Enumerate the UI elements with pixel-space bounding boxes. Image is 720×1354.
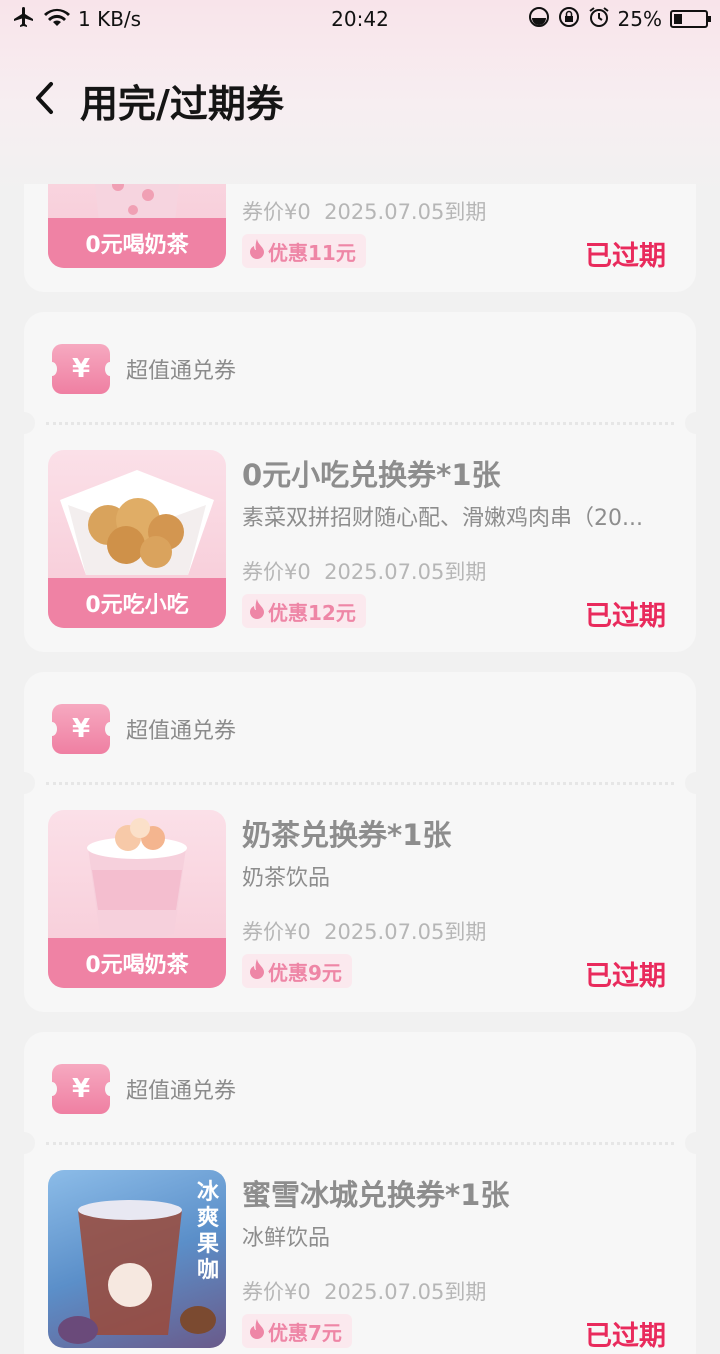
coupon-title: 0元小吃兑换券*1张 [242, 458, 501, 492]
status-bar: 1 KB/s 20:42 25% [0, 0, 720, 38]
coupon-type: 超值通兑券 [126, 719, 237, 744]
coupon-title: 蜜雪冰城兑换券*1张 [242, 1178, 510, 1212]
coupon-image: 0元喝奶茶 [48, 810, 226, 988]
alarm-icon [588, 6, 610, 33]
ticket-notch [13, 1132, 35, 1154]
net-speed: 1 KB/s [78, 7, 142, 31]
coupon-discount: 优惠9元 [242, 954, 352, 988]
coupon-yen-icon: ¥ [47, 1064, 115, 1114]
coupon-card-head: ¥ 超值通兑券 [47, 1064, 237, 1114]
coupon-image-text: 冰爽果咖 [196, 1180, 219, 1283]
coupon-image-label: 0元吃小吃 [48, 578, 226, 628]
rotation-lock-icon [558, 6, 580, 33]
ticket-divider [46, 782, 674, 785]
data-saver-icon [528, 6, 550, 33]
battery-percent: 25% [617, 7, 662, 31]
coupon-yen-icon: ¥ [47, 704, 115, 754]
app-header: 用完/过期券 [0, 60, 720, 140]
coupon-list[interactable]: ¥ 超值通兑券 0元喝奶茶 券价¥0 2025.07.05到期 优惠11元 已过… [0, 184, 720, 1354]
flame-icon [248, 598, 266, 625]
coupon-description: 奶茶饮品 [242, 866, 331, 891]
coupon-image: 冰爽果咖 [48, 1170, 226, 1348]
battery-fill [674, 14, 682, 24]
ticket-notch [13, 412, 35, 434]
coupon-title: 奶茶兑换券*1张 [242, 818, 452, 852]
coupon-status: 已过期 [585, 1321, 666, 1352]
ticket-divider [46, 1142, 674, 1145]
coupon-price: 券价¥0 2025.07.05到期 [242, 200, 487, 224]
flame-icon [248, 958, 266, 985]
coupon-description: 冰鲜饮品 [242, 1226, 331, 1251]
clock: 20:42 [331, 7, 389, 31]
coupon-image: 0元吃小吃 [48, 450, 226, 628]
coupon-type: 超值通兑券 [126, 359, 237, 384]
flame-icon [248, 1318, 266, 1345]
coupon-card[interactable]: ¥ 超值通兑券 0元吃小吃 0元小吃兑换券*1张 素菜双拼招财随心配、滑嫩鸡肉串… [13, 312, 707, 652]
coupon-price: 券价¥0 2025.07.05到期 [242, 560, 487, 584]
airplane-icon [12, 5, 36, 34]
coupon-card-head: ¥ 超值通兑券 [47, 704, 237, 754]
coupon-card[interactable]: ¥ 超值通兑券 0元喝奶茶 奶茶兑换券*1张 奶茶饮品 券价¥0 2025.07… [13, 672, 707, 1012]
ticket-notch [685, 1132, 707, 1154]
coupon-status: 已过期 [585, 961, 666, 992]
battery-icon [670, 10, 711, 28]
ticket-divider [46, 422, 674, 425]
flame-icon [248, 238, 266, 265]
coupon-type: 超值通兑券 [126, 1079, 237, 1104]
coupon-price: 券价¥0 2025.07.05到期 [242, 1280, 487, 1304]
coupon-status: 已过期 [585, 241, 666, 272]
coupon-card[interactable]: ¥ 超值通兑券 0元喝奶茶 券价¥0 2025.07.05到期 优惠11元 已过… [24, 184, 696, 292]
coupon-yen-icon: ¥ [47, 344, 115, 394]
ticket-notch [685, 772, 707, 794]
chevron-left-icon [33, 80, 57, 120]
coupon-discount: 优惠11元 [242, 234, 366, 268]
coupon-description: 素菜双拼招财随心配、滑嫩鸡肉串（20... [242, 506, 643, 531]
coupon-image: 0元喝奶茶 [48, 184, 226, 268]
coupon-discount: 优惠12元 [242, 594, 366, 628]
coupon-price: 券价¥0 2025.07.05到期 [242, 920, 487, 944]
coupon-discount: 优惠7元 [242, 1314, 352, 1348]
coupon-image-label: 0元喝奶茶 [48, 218, 226, 268]
coupon-card[interactable]: ¥ 超值通兑券 冰爽果咖 蜜雪冰城兑换券*1张 冰鲜饮品 券价¥0 2025.0… [13, 1032, 707, 1354]
back-button[interactable] [10, 60, 80, 140]
coupon-status: 已过期 [585, 601, 666, 632]
page-title: 用完/过期券 [80, 81, 284, 126]
coupon-image-label: 0元喝奶茶 [48, 938, 226, 988]
ticket-notch [685, 412, 707, 434]
wifi-icon [44, 6, 70, 33]
ticket-notch [13, 772, 35, 794]
coupon-card-head: ¥ 超值通兑券 [47, 344, 237, 394]
